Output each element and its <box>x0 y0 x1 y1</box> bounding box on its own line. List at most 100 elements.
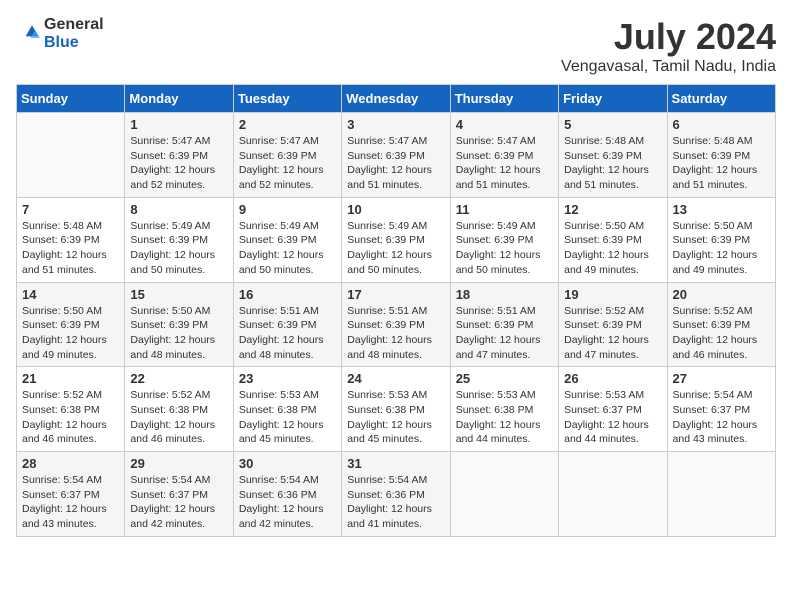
table-row: 31Sunrise: 5:54 AM Sunset: 6:36 PM Dayli… <box>342 452 450 537</box>
day-number: 30 <box>239 456 336 471</box>
table-row: 6 Sunrise: 5:48 AM Sunset: 6:39 PM Daylig… <box>667 113 775 198</box>
day-number: 22 <box>130 371 227 386</box>
table-row <box>450 452 558 537</box>
header-tuesday: Tuesday <box>233 85 341 113</box>
day-number: 11 <box>456 202 553 217</box>
day-info: Sunrise: 5:49 AM Sunset: 6:39 PM Dayligh… <box>239 219 336 278</box>
day-info: Sunrise: 5:49 AM Sunset: 6:39 PM Dayligh… <box>347 219 444 278</box>
day-info: Sunrise: 5:50 AM Sunset: 6:39 PM Dayligh… <box>130 304 227 363</box>
table-row: 3 Sunrise: 5:47 AM Sunset: 6:39 PM Daylig… <box>342 113 450 198</box>
table-row: 11 Sunrise: 5:49 AM Sunset: 6:39 PM Dayli… <box>450 197 558 282</box>
calendar-body: 1Sunrise: 5:47 AM Sunset: 6:39 PM Daylig… <box>17 113 776 537</box>
day-number: 4 <box>456 117 553 132</box>
table-row: 22 Sunrise: 5:52 AM Sunset: 6:38 PM Dayli… <box>125 367 233 452</box>
table-row: 28Sunrise: 5:54 AM Sunset: 6:37 PM Dayli… <box>17 452 125 537</box>
day-number: 23 <box>239 371 336 386</box>
day-number: 3 <box>347 117 444 132</box>
calendar-table: SundayMondayTuesdayWednesdayThursdayFrid… <box>16 84 776 537</box>
week-row-4: 21 Sunrise: 5:52 AM Sunset: 6:38 PM Dayli… <box>17 367 776 452</box>
logo-icon <box>16 22 40 46</box>
header-friday: Friday <box>559 85 667 113</box>
table-row: 24Sunrise: 5:53 AM Sunset: 6:38 PM Dayli… <box>342 367 450 452</box>
table-row: 30Sunrise: 5:54 AM Sunset: 6:36 PM Dayli… <box>233 452 341 537</box>
table-row: 21Sunrise: 5:52 AM Sunset: 6:38 PM Dayli… <box>17 367 125 452</box>
day-info: Sunrise: 5:54 AM Sunset: 6:37 PM Dayligh… <box>22 473 119 532</box>
day-number: 13 <box>673 202 770 217</box>
day-info: Sunrise: 5:51 AM Sunset: 6:39 PM Dayligh… <box>239 304 336 363</box>
day-info: Sunrise: 5:48 AM Sunset: 6:39 PM Dayligh… <box>22 219 119 278</box>
day-number: 31 <box>347 456 444 471</box>
day-number: 19 <box>564 287 661 302</box>
title-area: July 2024 Vengavasal, Tamil Nadu, India <box>561 16 776 76</box>
header-thursday: Thursday <box>450 85 558 113</box>
table-row: 29Sunrise: 5:54 AM Sunset: 6:37 PM Dayli… <box>125 452 233 537</box>
table-row: 7 Sunrise: 5:48 AM Sunset: 6:39 PM Daylig… <box>17 197 125 282</box>
day-number: 15 <box>130 287 227 302</box>
day-info: Sunrise: 5:47 AM Sunset: 6:39 PM Dayligh… <box>347 134 444 193</box>
day-number: 17 <box>347 287 444 302</box>
day-info: Sunrise: 5:52 AM Sunset: 6:38 PM Dayligh… <box>130 388 227 447</box>
day-number: 5 <box>564 117 661 132</box>
day-number: 26 <box>564 371 661 386</box>
table-row: 25 Sunrise: 5:53 AM Sunset: 6:38 PM Dayli… <box>450 367 558 452</box>
day-info: Sunrise: 5:53 AM Sunset: 6:37 PM Dayligh… <box>564 388 661 447</box>
table-row: 8 Sunrise: 5:49 AM Sunset: 6:39 PM Daylig… <box>125 197 233 282</box>
day-info: Sunrise: 5:53 AM Sunset: 6:38 PM Dayligh… <box>347 388 444 447</box>
day-number: 27 <box>673 371 770 386</box>
day-info: Sunrise: 5:50 AM Sunset: 6:39 PM Dayligh… <box>564 219 661 278</box>
day-number: 25 <box>456 371 553 386</box>
day-info: Sunrise: 5:48 AM Sunset: 6:39 PM Dayligh… <box>673 134 770 193</box>
day-number: 8 <box>130 202 227 217</box>
week-row-3: 14 Sunrise: 5:50 AM Sunset: 6:39 PM Dayli… <box>17 282 776 367</box>
logo: General Blue <box>16 16 104 51</box>
table-row: 12 Sunrise: 5:50 AM Sunset: 6:39 PM Dayli… <box>559 197 667 282</box>
table-row: 1Sunrise: 5:47 AM Sunset: 6:39 PM Daylig… <box>125 113 233 198</box>
day-number: 16 <box>239 287 336 302</box>
day-info: Sunrise: 5:49 AM Sunset: 6:39 PM Dayligh… <box>456 219 553 278</box>
day-info: Sunrise: 5:50 AM Sunset: 6:39 PM Dayligh… <box>22 304 119 363</box>
day-number: 20 <box>673 287 770 302</box>
day-info: Sunrise: 5:47 AM Sunset: 6:39 PM Dayligh… <box>456 134 553 193</box>
table-row: 18 Sunrise: 5:51 AM Sunset: 6:39 PM Dayli… <box>450 282 558 367</box>
table-row: 20 Sunrise: 5:52 AM Sunset: 6:39 PM Dayli… <box>667 282 775 367</box>
week-row-5: 28Sunrise: 5:54 AM Sunset: 6:37 PM Dayli… <box>17 452 776 537</box>
day-info: Sunrise: 5:53 AM Sunset: 6:38 PM Dayligh… <box>239 388 336 447</box>
table-row: 13Sunrise: 5:50 AM Sunset: 6:39 PM Dayli… <box>667 197 775 282</box>
header-wednesday: Wednesday <box>342 85 450 113</box>
table-row: 4 Sunrise: 5:47 AM Sunset: 6:39 PM Daylig… <box>450 113 558 198</box>
table-row: 27Sunrise: 5:54 AM Sunset: 6:37 PM Dayli… <box>667 367 775 452</box>
day-info: Sunrise: 5:51 AM Sunset: 6:39 PM Dayligh… <box>347 304 444 363</box>
logo-text: General Blue <box>44 16 104 51</box>
month-title: July 2024 <box>561 16 776 58</box>
table-row: 9 Sunrise: 5:49 AM Sunset: 6:39 PM Daylig… <box>233 197 341 282</box>
day-info: Sunrise: 5:47 AM Sunset: 6:39 PM Dayligh… <box>239 134 336 193</box>
day-number: 18 <box>456 287 553 302</box>
day-info: Sunrise: 5:52 AM Sunset: 6:39 PM Dayligh… <box>673 304 770 363</box>
header-saturday: Saturday <box>667 85 775 113</box>
logo-general-text: General <box>44 16 104 34</box>
table-row <box>559 452 667 537</box>
table-row: 23 Sunrise: 5:53 AM Sunset: 6:38 PM Dayli… <box>233 367 341 452</box>
day-number: 7 <box>22 202 119 217</box>
day-number: 14 <box>22 287 119 302</box>
day-number: 21 <box>22 371 119 386</box>
table-row: 15 Sunrise: 5:50 AM Sunset: 6:39 PM Dayli… <box>125 282 233 367</box>
days-header-row: SundayMondayTuesdayWednesdayThursdayFrid… <box>17 85 776 113</box>
day-info: Sunrise: 5:52 AM Sunset: 6:39 PM Dayligh… <box>564 304 661 363</box>
day-number: 10 <box>347 202 444 217</box>
location-title: Vengavasal, Tamil Nadu, India <box>561 58 776 76</box>
calendar-header: SundayMondayTuesdayWednesdayThursdayFrid… <box>17 85 776 113</box>
day-info: Sunrise: 5:49 AM Sunset: 6:39 PM Dayligh… <box>130 219 227 278</box>
week-row-1: 1Sunrise: 5:47 AM Sunset: 6:39 PM Daylig… <box>17 113 776 198</box>
logo-blue-text: Blue <box>44 34 104 52</box>
table-row: 10 Sunrise: 5:49 AM Sunset: 6:39 PM Dayli… <box>342 197 450 282</box>
day-info: Sunrise: 5:53 AM Sunset: 6:38 PM Dayligh… <box>456 388 553 447</box>
day-number: 6 <box>673 117 770 132</box>
table-row: 5Sunrise: 5:48 AM Sunset: 6:39 PM Daylig… <box>559 113 667 198</box>
header-monday: Monday <box>125 85 233 113</box>
day-number: 12 <box>564 202 661 217</box>
table-row: 14 Sunrise: 5:50 AM Sunset: 6:39 PM Dayli… <box>17 282 125 367</box>
day-info: Sunrise: 5:51 AM Sunset: 6:39 PM Dayligh… <box>456 304 553 363</box>
header-sunday: Sunday <box>17 85 125 113</box>
day-number: 9 <box>239 202 336 217</box>
